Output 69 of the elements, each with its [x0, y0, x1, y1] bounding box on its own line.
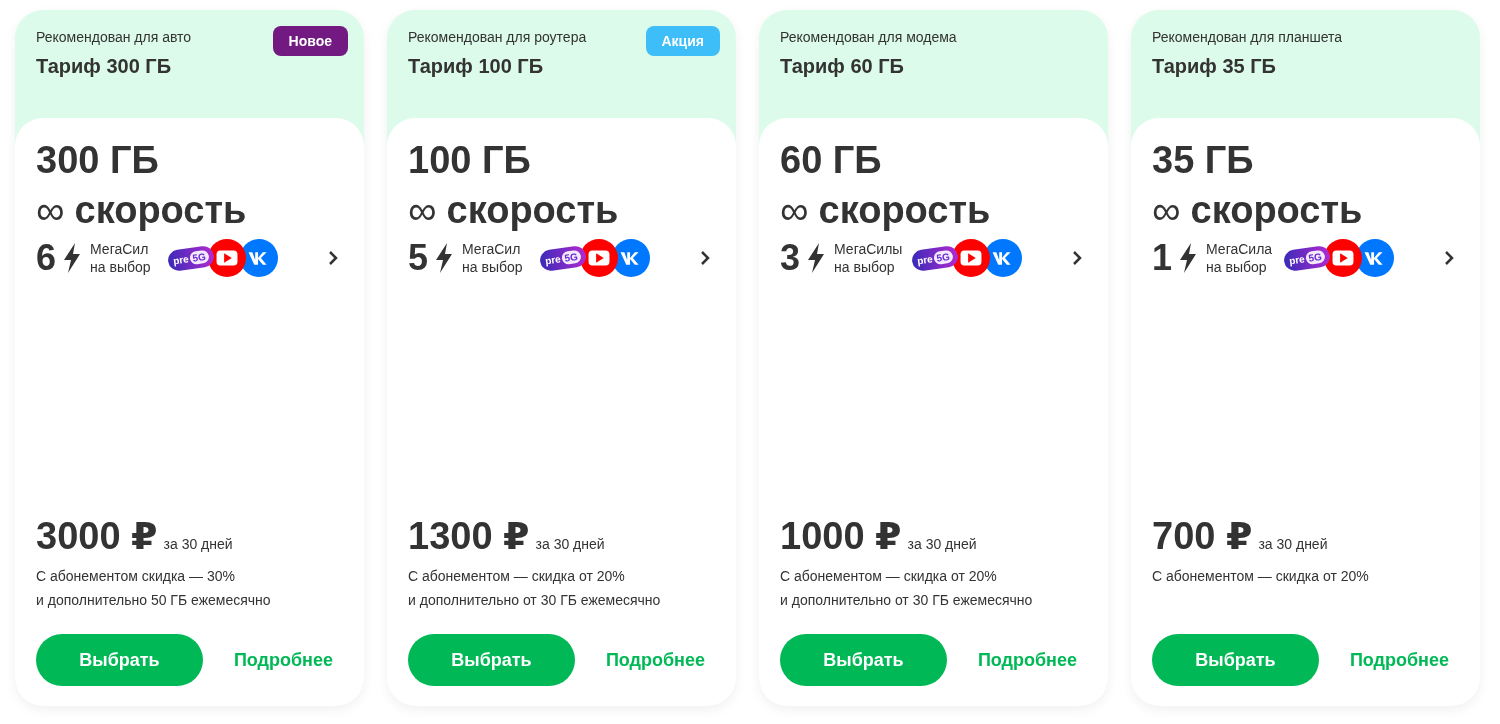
megasily-label: на выбор — [90, 258, 152, 277]
details-link[interactable]: Подробнее — [1349, 649, 1449, 671]
tariff-badge: Новое — [272, 26, 348, 56]
tariff-badge: Акция — [645, 26, 720, 56]
infinity-symbol: ∞ — [408, 190, 437, 231]
pre5g-pill: pre 5G — [538, 244, 588, 272]
recommendation-text: Рекомендован для роутера — [408, 29, 587, 45]
play-icon — [1323, 239, 1362, 278]
discount-note: и дополнительно от 30 ГБ ежемесячно — [408, 591, 662, 610]
megasily-count: 1 — [1152, 237, 1173, 280]
details-link[interactable]: Подробнее — [233, 649, 333, 671]
speed-text: скорость — [74, 187, 247, 233]
lightning-icon — [806, 243, 827, 274]
play-icon — [207, 239, 246, 278]
pre5g-pill: pre 5G — [166, 244, 216, 272]
play-icon — [579, 239, 618, 278]
pre5g-pill: pre 5G — [910, 244, 960, 272]
megasily-label: МегаСилы — [834, 240, 904, 259]
data-volume: 60 ГБ — [780, 138, 883, 183]
details-link[interactable]: Подробнее — [605, 649, 705, 671]
tariff-title: Тариф 300 ГБ — [36, 55, 173, 78]
discount-note: С абонементом скидка — 30% — [36, 567, 236, 586]
tariff-title: Тариф 60 ГБ — [780, 55, 905, 78]
recommendation-text: Рекомендован для планшета — [1152, 29, 1343, 45]
lightning-icon — [434, 243, 455, 274]
play-icon — [951, 239, 990, 278]
choose-button[interactable]: Выбрать — [780, 634, 947, 686]
megasily-label: на выбор — [462, 258, 524, 277]
price: 1300 ₽ — [408, 514, 530, 558]
price-period: за 30 дней — [1258, 536, 1328, 552]
speed-text: скорость — [818, 187, 991, 233]
recommendation-text: Рекомендован для модема — [780, 29, 957, 45]
infinity-symbol: ∞ — [36, 190, 65, 231]
choose-button[interactable]: Выбрать — [36, 634, 203, 686]
lightning-icon — [1178, 243, 1199, 274]
lightning-icon — [62, 243, 83, 274]
infinity-symbol: ∞ — [1152, 190, 1181, 231]
megasily-count: 6 — [36, 237, 57, 280]
data-volume: 35 ГБ — [1152, 138, 1255, 183]
megasily-label: на выбор — [1206, 258, 1268, 277]
speed-text: скорость — [446, 187, 619, 233]
tariff-title: Тариф 35 ГБ — [1152, 55, 1277, 78]
price: 1000 ₽ — [780, 514, 902, 558]
details-link[interactable]: Подробнее — [977, 649, 1077, 671]
price-period: за 30 дней — [907, 536, 977, 552]
price: 700 ₽ — [1152, 514, 1253, 558]
discount-note: и дополнительно 50 ГБ ежемесячно — [36, 591, 272, 610]
speed-text: скорость — [1190, 187, 1363, 233]
discount-note: С абонементом — скидка от 20% — [408, 567, 626, 586]
tariff-title: Тариф 100 ГБ — [408, 55, 545, 78]
choose-button[interactable]: Выбрать — [408, 634, 575, 686]
discount-note: С абонементом — скидка от 20% — [780, 567, 998, 586]
megasily-count: 3 — [780, 237, 801, 280]
megasily-label: МегаСила — [1206, 240, 1274, 259]
megasily-label: МегаСил — [90, 240, 150, 259]
megasily-count: 5 — [408, 237, 429, 280]
megasily-label: МегаСил — [462, 240, 522, 259]
choose-button[interactable]: Выбрать — [1152, 634, 1319, 686]
discount-note: С абонементом — скидка от 20% — [1152, 567, 1370, 586]
discount-note: и дополнительно от 30 ГБ ежемесячно — [780, 591, 1034, 610]
megasily-label: на выбор — [834, 258, 896, 277]
infinity-symbol: ∞ — [780, 190, 809, 231]
price: 3000 ₽ — [36, 514, 158, 558]
data-volume: 100 ГБ — [408, 138, 532, 183]
pre5g-pill: pre 5G — [1282, 244, 1332, 272]
data-volume: 300 ГБ — [36, 138, 160, 183]
price-period: за 30 дней — [535, 536, 605, 552]
price-period: за 30 дней — [163, 536, 233, 552]
recommendation-text: Рекомендован для авто — [36, 29, 192, 45]
